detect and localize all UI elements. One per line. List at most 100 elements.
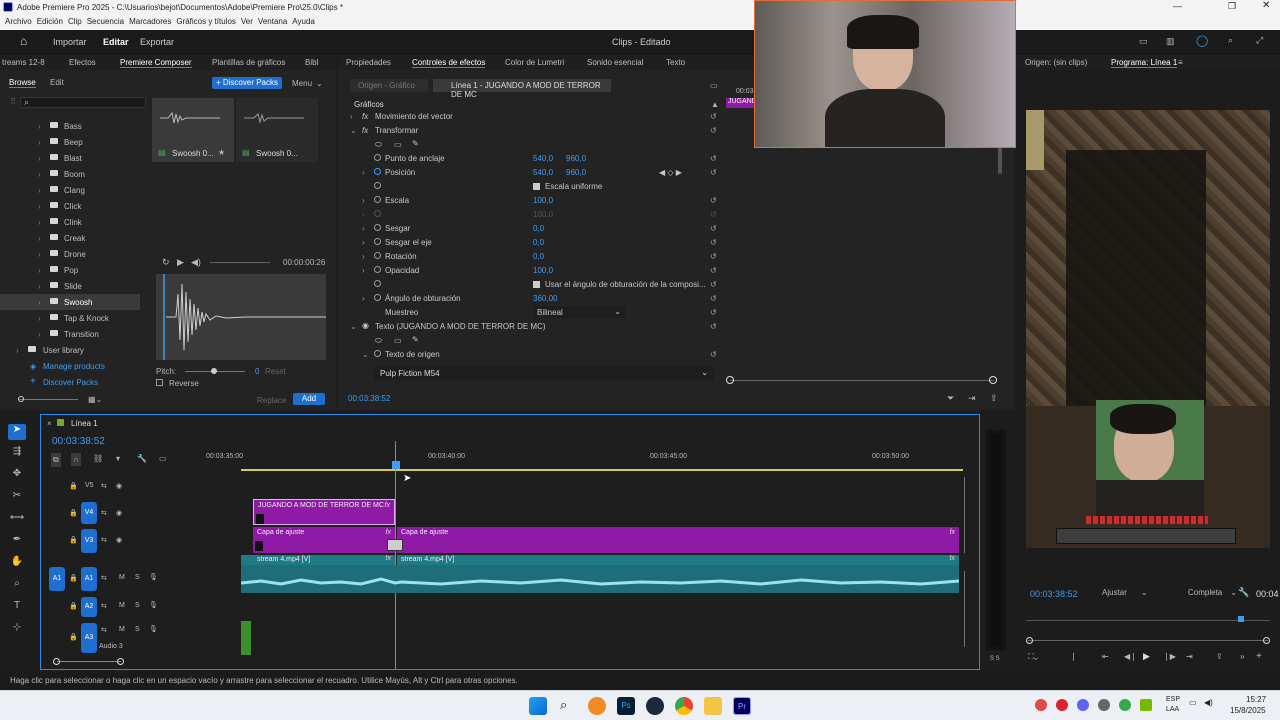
play-button-icon[interactable]: ▶ [1143, 651, 1150, 662]
tab-premiere-composer[interactable]: Premiere Composer [120, 58, 192, 68]
zoom-bar-end[interactable] [1263, 637, 1270, 644]
ripple-edit-icon[interactable]: ✥ [8, 468, 26, 484]
reset-icon[interactable]: ↺ [710, 154, 717, 163]
stopwatch-icon[interactable] [374, 168, 381, 175]
sync-lock-icon[interactable]: ⇆ [101, 509, 107, 517]
filter-icon[interactable]: ⏷ [947, 393, 954, 404]
wrench-icon[interactable]: 🔧 [1238, 587, 1249, 598]
mic-icon[interactable]: 🎙 [149, 573, 158, 581]
snap-icon[interactable]: ⧉ [51, 453, 61, 467]
stopwatch-icon[interactable] [374, 238, 381, 245]
export-frame-icon[interactable]: ⇥ [968, 393, 976, 404]
program-zoom-bar[interactable] [1028, 640, 1268, 641]
lang-indicator-bottom[interactable]: LAA [1166, 706, 1179, 713]
fullscreen-icon[interactable]: ▭ [1139, 36, 1148, 47]
discord-icon[interactable] [1077, 699, 1089, 711]
stopwatch-icon[interactable] [374, 224, 381, 231]
preview-progress[interactable] [210, 262, 270, 263]
hand-icon[interactable]: ✋ [8, 556, 26, 572]
zoom-icon[interactable]: ⌕ [1228, 35, 1233, 46]
menu-clip[interactable]: Clip [68, 14, 82, 30]
mic-icon[interactable]: 🎙 [149, 625, 158, 633]
lang-indicator-top[interactable]: ESP [1166, 696, 1180, 703]
stopwatch-icon[interactable] [374, 252, 381, 259]
transition-marker[interactable] [387, 539, 403, 551]
tab-program[interactable]: Programa: Línea 1 [1111, 58, 1178, 68]
sync-lock-icon[interactable]: ⇆ [101, 536, 107, 544]
folder-slide[interactable]: › Slide [0, 278, 140, 294]
zoom-slider[interactable] [18, 399, 78, 400]
play-icon[interactable]: ▶ [177, 257, 184, 268]
generate-icon[interactable]: ⊹ [8, 622, 26, 638]
fit-dropdown[interactable]: Ajustar ⌄ [1100, 586, 1156, 599]
manage-products-link[interactable]: Manage products [43, 362, 105, 371]
subtab-edit[interactable]: Edit [50, 78, 64, 87]
sound-tile-1[interactable]: ▤ Swoosh 0... ★ [152, 98, 234, 162]
row-uniform-scale[interactable]: Escala uniforme [344, 180, 724, 194]
minimize-icon[interactable]: — [1173, 1, 1182, 11]
export-icon[interactable]: ⇪ [990, 393, 998, 404]
expand-icon[interactable]: ⤢ [1256, 35, 1263, 46]
track-scroll-v[interactable] [964, 477, 965, 553]
reset-icon[interactable]: ↺ [710, 266, 717, 275]
font-dropdown[interactable]: Pulp Fiction M54 ⌄ [374, 366, 714, 380]
clip-adjustment-2[interactable]: Capa de ajuste fx [397, 527, 959, 553]
program-video[interactable] [1026, 110, 1270, 548]
magnet-icon[interactable]: ∩ [71, 453, 81, 466]
stopwatch-icon[interactable] [374, 294, 381, 301]
captions-icon[interactable]: ▭ [159, 454, 167, 463]
mark-in-icon[interactable]: ❘ [1070, 652, 1077, 661]
folder-swoosh[interactable]: › Swoosh [0, 294, 140, 310]
clip-adjustment-1[interactable]: Capa de ajuste fx [253, 527, 395, 553]
reset-icon[interactable]: ↺ [710, 168, 717, 177]
tab-texto[interactable]: Texto [666, 58, 685, 67]
search-icon[interactable]: ⌕ [560, 697, 567, 713]
track-select-icon[interactable]: ⇶ [8, 446, 26, 462]
row-anchor[interactable]: Punto de anclaje 540,0 960,0 ↺ [344, 152, 724, 166]
maximize-icon[interactable]: ❐ [1228, 1, 1236, 12]
workspace-exportar[interactable]: Exportar [140, 37, 174, 47]
ellipse-mask-icon[interactable]: ⬭ [375, 336, 382, 346]
more-controls-icon[interactable]: » [1240, 652, 1244, 661]
collapse-icon[interactable]: ▲ [711, 100, 719, 109]
timeline-hscroll[interactable] [57, 661, 121, 662]
solo-button[interactable]: S [135, 574, 140, 581]
workspace-importar[interactable]: Importar [53, 37, 87, 47]
tray-icon-2[interactable] [1056, 699, 1068, 711]
row-scale[interactable]: › Escala 100,0 ↺ [344, 194, 724, 208]
program-scrubber[interactable] [1026, 620, 1270, 621]
windows-start-icon[interactable] [529, 697, 547, 715]
audio-clip-a3[interactable] [241, 621, 251, 655]
add-button-icon[interactable]: + [1256, 651, 1262, 662]
mic-icon[interactable]: 🎙 [149, 601, 158, 609]
razor-icon[interactable]: ✂ [8, 490, 26, 506]
tab-bibl[interactable]: Bibl [305, 58, 318, 67]
sync-lock-icon[interactable]: ⇆ [101, 482, 107, 490]
solo-button[interactable]: S [135, 602, 140, 609]
stopwatch-icon[interactable] [374, 350, 381, 357]
slip-icon[interactable]: ⟷ [8, 512, 26, 528]
row-shutter-comp[interactable]: Usar el ángulo de obturación de la compo… [344, 278, 724, 292]
file-explorer-icon[interactable] [704, 697, 722, 715]
folder-creak[interactable]: › Creak [0, 230, 140, 246]
replace-button[interactable]: Replace [257, 396, 286, 405]
favorite-icon[interactable]: ★ [218, 148, 225, 157]
tab-plantillas[interactable]: Plantillas de gráficos [212, 58, 285, 67]
quality-dropdown[interactable]: Completa ⌄ [1186, 586, 1238, 599]
lock-icon[interactable]: 🔒 [69, 633, 78, 641]
reset-icon[interactable]: ↺ [710, 196, 717, 205]
reset-icon[interactable]: ↺ [710, 252, 717, 261]
tab-streams[interactable]: treams 12-8 [2, 58, 45, 67]
menu-ventana[interactable]: Ventana [258, 14, 287, 30]
lock-icon[interactable]: 🔒 [69, 482, 78, 490]
step-forward-icon[interactable]: ❘▶ [1163, 652, 1176, 661]
stopwatch-icon[interactable] [374, 154, 381, 161]
folder-transition[interactable]: › Transition [0, 326, 140, 342]
reset-icon[interactable]: ↺ [710, 112, 717, 121]
row-source-text[interactable]: ⌄ Texto de origen ↺ [344, 348, 724, 362]
loop-icon[interactable]: ↻ [162, 257, 170, 268]
program-playhead[interactable] [1238, 616, 1244, 622]
track-scroll-a[interactable] [964, 571, 965, 647]
zoom-tool-icon[interactable]: ⌕ [8, 578, 26, 594]
effects-zoom-bar[interactable] [730, 380, 994, 381]
